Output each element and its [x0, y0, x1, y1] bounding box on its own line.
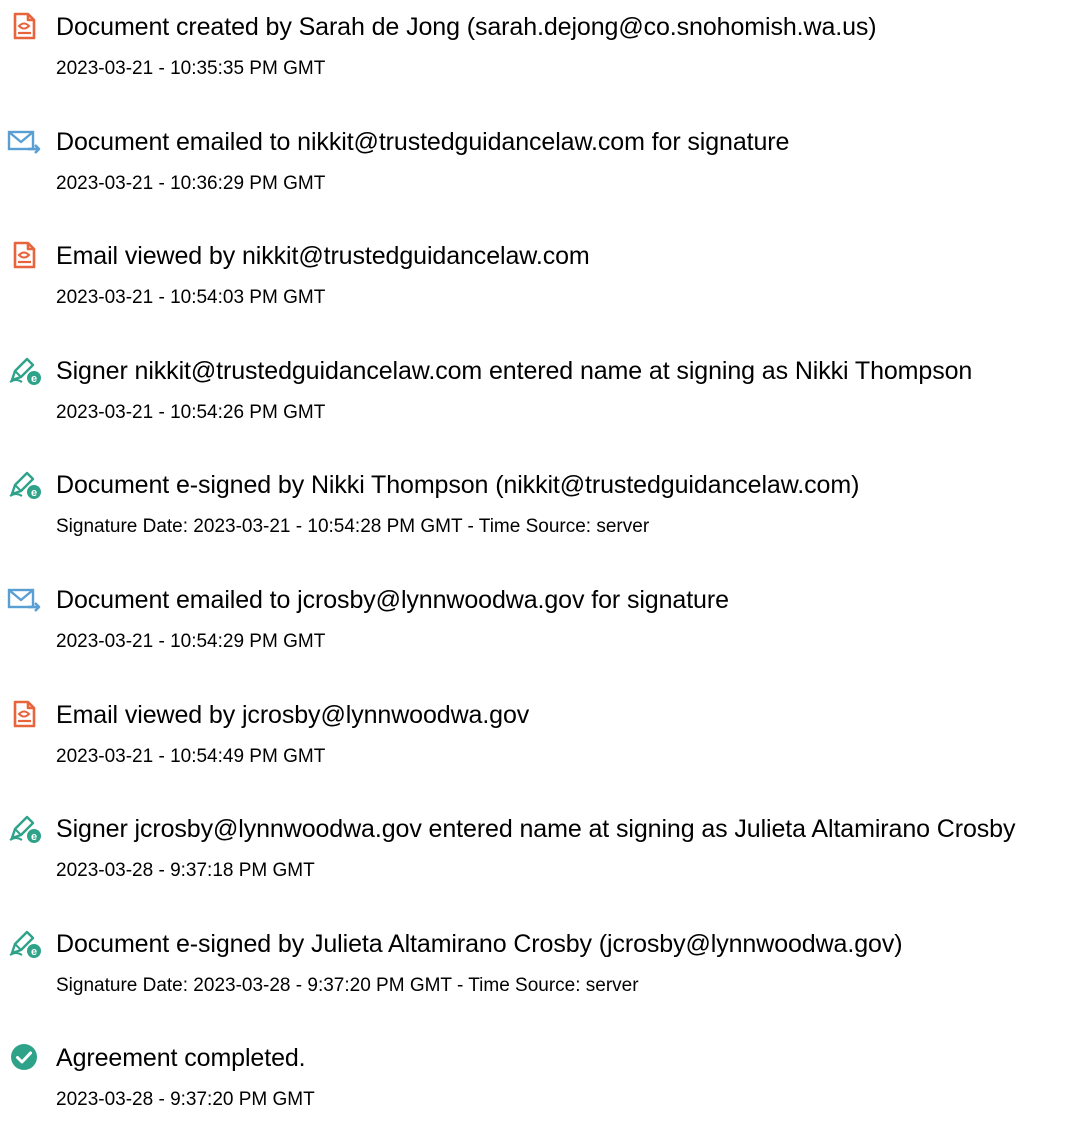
svg-text:e: e — [31, 946, 37, 958]
esign-pen-icon: e — [6, 927, 42, 959]
history-event: Document emailed to nikkit@trustedguidan… — [0, 115, 1091, 215]
event-timestamp: 2023-03-28 - 9:37:18 PM GMT — [56, 860, 315, 881]
event-timestamp: 2023-03-21 - 10:35:35 PM GMT — [56, 58, 326, 79]
event-title: Document e-signed by Nikki Thompson (nik… — [56, 471, 860, 499]
history-event: e Document e-signed by Nikki Thompson (n… — [0, 458, 1091, 558]
document-icon — [6, 10, 42, 42]
esign-pen-icon: e — [6, 468, 42, 500]
event-timestamp: Signature Date: 2023-03-28 - 9:37:20 PM … — [56, 975, 639, 996]
event-timestamp: 2023-03-28 - 9:37:20 PM GMT — [56, 1089, 315, 1110]
event-timestamp: 2023-03-21 - 10:36:29 PM GMT — [56, 173, 326, 194]
history-event: Email viewed by jcrosby@lynnwoodwa.gov 2… — [0, 688, 1091, 788]
svg-text:e: e — [31, 487, 37, 499]
event-title: Email viewed by nikkit@trustedguidancela… — [56, 242, 590, 270]
event-timestamp: Signature Date: 2023-03-21 - 10:54:28 PM… — [56, 516, 650, 537]
history-event: e Signer jcrosby@lynnwoodwa.gov entered … — [0, 802, 1091, 902]
event-title: Email viewed by jcrosby@lynnwoodwa.gov — [56, 701, 530, 729]
history-event: e Document e-signed by Julieta Altamiran… — [0, 917, 1091, 1017]
event-title: Signer jcrosby@lynnwoodwa.gov entered na… — [56, 815, 1016, 843]
event-title: Agreement completed. — [56, 1044, 306, 1072]
history-event: Agreement completed. 2023-03-28 - 9:37:2… — [0, 1031, 1091, 1131]
history-event: Email viewed by nikkit@trustedguidancela… — [0, 229, 1091, 329]
document-icon — [6, 698, 42, 730]
event-title: Signer nikkit@trustedguidancelaw.com ent… — [56, 357, 973, 385]
event-title: Document e-signed by Julieta Altamirano … — [56, 930, 903, 958]
history-event: Document created by Sarah de Jong (sarah… — [0, 0, 1091, 100]
history-event: e Signer nikkit@trustedguidancelaw.com e… — [0, 344, 1091, 444]
document-icon — [6, 239, 42, 271]
event-timestamp: 2023-03-21 - 10:54:29 PM GMT — [56, 631, 326, 652]
check-circle-icon — [6, 1041, 42, 1073]
email-sent-icon — [6, 125, 42, 157]
event-title: Document emailed to nikkit@trustedguidan… — [56, 128, 790, 156]
esign-pen-icon: e — [6, 354, 42, 386]
svg-text:e: e — [31, 831, 37, 843]
event-timestamp: 2023-03-21 - 10:54:26 PM GMT — [56, 402, 326, 423]
history-event: Document emailed to jcrosby@lynnwoodwa.g… — [0, 573, 1091, 673]
svg-text:e: e — [31, 373, 37, 385]
event-timestamp: 2023-03-21 - 10:54:49 PM GMT — [56, 746, 326, 767]
esign-pen-icon: e — [6, 812, 42, 844]
event-timestamp: 2023-03-21 - 10:54:03 PM GMT — [56, 287, 326, 308]
event-title: Document created by Sarah de Jong (sarah… — [56, 13, 877, 41]
event-title: Document emailed to jcrosby@lynnwoodwa.g… — [56, 586, 729, 614]
email-sent-icon — [6, 583, 42, 615]
